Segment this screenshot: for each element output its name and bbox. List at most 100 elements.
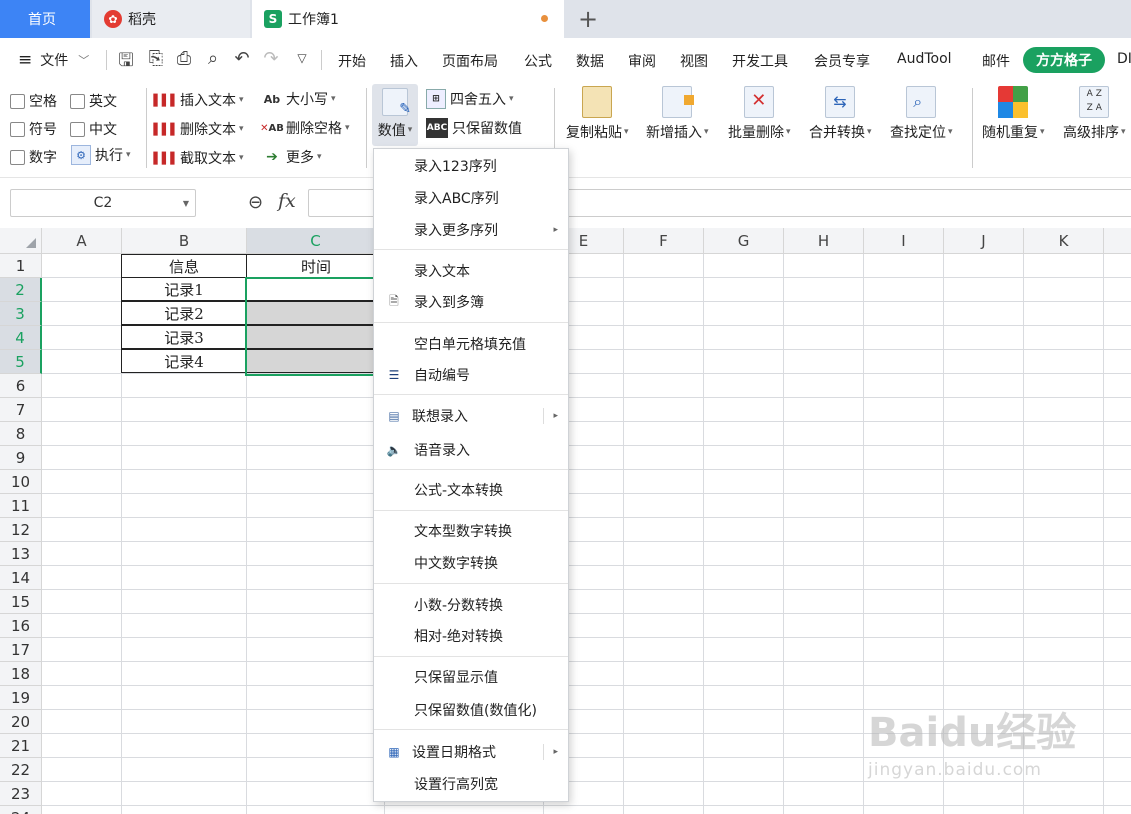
row-header-23[interactable]: 23 bbox=[0, 782, 42, 806]
checkbox-symbol[interactable]: 符号 bbox=[10, 119, 57, 139]
random-repeat-button[interactable]: 随机重复 ▾ bbox=[982, 86, 1045, 142]
row-header-1[interactable]: 1 bbox=[0, 254, 42, 278]
dropdown-item-14[interactable]: 相对-绝对转换 bbox=[374, 621, 568, 651]
row-header-22[interactable]: 22 bbox=[0, 758, 42, 782]
row-header-15[interactable]: 15 bbox=[0, 590, 42, 614]
column-header-c[interactable]: C bbox=[247, 228, 385, 254]
select-all-corner[interactable] bbox=[0, 228, 42, 254]
row-header-2[interactable]: 2 bbox=[0, 278, 42, 302]
dropdown-item-18[interactable]: 设置行高列宽 bbox=[374, 769, 568, 799]
dropdown-item-12[interactable]: 中文数字转换 bbox=[374, 548, 568, 578]
zoom-formula-icon[interactable]: ⊖ bbox=[248, 192, 263, 213]
export-icon[interactable]: ⎘ bbox=[145, 48, 167, 69]
row-header-9[interactable]: 9 bbox=[0, 446, 42, 470]
menu-mail[interactable]: 邮件 bbox=[982, 51, 1010, 71]
dropdown-item-8[interactable]: ▤ 联想录入 ▸ bbox=[374, 401, 568, 431]
menu-developer[interactable]: 开发工具 bbox=[732, 51, 788, 71]
menu-overflow[interactable]: DI bbox=[1117, 51, 1131, 67]
row-header-17[interactable]: 17 bbox=[0, 638, 42, 662]
row-header-20[interactable]: 20 bbox=[0, 710, 42, 734]
checkbox-english[interactable]: 英文 bbox=[70, 91, 117, 111]
row-header-24[interactable]: 24 bbox=[0, 806, 42, 814]
cell-b3[interactable]: 记录2 bbox=[121, 301, 247, 325]
keep-value-button[interactable]: ABC 只保留数值 bbox=[426, 118, 522, 138]
column-header-a[interactable]: A bbox=[42, 228, 122, 254]
print-preview-icon[interactable]: ⌕ bbox=[202, 48, 224, 69]
row-header-8[interactable]: 8 bbox=[0, 422, 42, 446]
fx-icon[interactable]: fx bbox=[278, 190, 296, 212]
dropdown-item-4[interactable]: 录入文本 bbox=[374, 256, 568, 286]
dropdown-item-17[interactable]: ▦ 设置日期格式 ▸ bbox=[374, 737, 568, 767]
column-header-j[interactable]: J bbox=[944, 228, 1024, 254]
customize-quick-access-icon[interactable]: ▽ bbox=[291, 51, 313, 65]
extract-text-button[interactable]: ▌▌▌ 截取文本 ▾ bbox=[153, 148, 243, 168]
remove-space-button[interactable]: ✕ AB 删除空格 ▾ bbox=[260, 118, 349, 138]
cell-c1[interactable]: 时间 bbox=[246, 254, 386, 278]
menu-data[interactable]: 数据 bbox=[576, 51, 604, 71]
column-header-g[interactable]: G bbox=[704, 228, 784, 254]
dropdown-item-7[interactable]: ☰ 自动编号 bbox=[374, 360, 568, 390]
redo-icon[interactable]: ↷ bbox=[260, 48, 282, 69]
row-header-14[interactable]: 14 bbox=[0, 566, 42, 590]
tab-daoke[interactable]: ✿ 稻壳 bbox=[92, 0, 250, 38]
dropdown-item-6[interactable]: 空白单元格填充值 bbox=[374, 329, 568, 359]
cell-b4[interactable]: 记录3 bbox=[121, 325, 247, 349]
row-header-13[interactable]: 13 bbox=[0, 542, 42, 566]
tab-workbook[interactable]: S 工作簿1 bbox=[252, 0, 564, 38]
dropdown-item-2[interactable]: 录入ABC序列 bbox=[374, 183, 568, 213]
column-header-k[interactable]: K bbox=[1024, 228, 1104, 254]
menu-start[interactable]: 开始 bbox=[338, 51, 366, 71]
checkbox-chinese[interactable]: 中文 bbox=[70, 119, 117, 139]
column-header-b[interactable]: B bbox=[122, 228, 247, 254]
more-button[interactable]: ➔ 更多 ▾ bbox=[262, 147, 321, 167]
column-header-h[interactable]: H bbox=[784, 228, 864, 254]
cell-b1[interactable]: 信息 bbox=[121, 254, 247, 278]
menu-view[interactable]: 视图 bbox=[680, 51, 708, 71]
row-header-5[interactable]: 5 bbox=[0, 350, 42, 374]
row-header-18[interactable]: 18 bbox=[0, 662, 42, 686]
dropdown-item-11[interactable]: 文本型数字转换 bbox=[374, 516, 568, 546]
checkbox-space[interactable]: 空格 bbox=[10, 91, 57, 111]
delete-text-button[interactable]: ▌▌▌ 删除文本 ▾ bbox=[153, 119, 243, 139]
new-tab-button[interactable]: + bbox=[574, 4, 602, 34]
menu-fangfang[interactable]: 方方格子 bbox=[1023, 47, 1105, 73]
case-button[interactable]: Ab 大小写 ▾ bbox=[262, 89, 336, 109]
column-header-l[interactable]: L bbox=[1104, 228, 1131, 254]
row-header-4[interactable]: 4 bbox=[0, 326, 42, 350]
row-header-6[interactable]: 6 bbox=[0, 374, 42, 398]
undo-icon[interactable]: ↶ bbox=[231, 48, 253, 69]
menu-audtool[interactable]: AudTool bbox=[897, 51, 952, 67]
row-header-21[interactable]: 21 bbox=[0, 734, 42, 758]
batch-delete-button[interactable]: ✕ 批量删除 ▾ bbox=[728, 86, 791, 142]
menu-review[interactable]: 审阅 bbox=[628, 51, 656, 71]
print-icon[interactable]: ⎙ bbox=[173, 48, 195, 69]
advanced-sort-button[interactable]: A ZZ A 高级排序 ▾ bbox=[1063, 86, 1126, 142]
row-header-16[interactable]: 16 bbox=[0, 614, 42, 638]
file-menu-button[interactable]: ≡ 文件 ﹀ bbox=[18, 50, 89, 70]
checkbox-number[interactable]: 数字 bbox=[10, 147, 57, 167]
value-button[interactable]: ✎ 数值 ▾ bbox=[372, 84, 418, 146]
cell-b5[interactable]: 记录4 bbox=[121, 349, 247, 373]
menu-formula[interactable]: 公式 bbox=[524, 51, 552, 71]
copy-paste-button[interactable]: 复制粘贴 ▾ bbox=[566, 86, 629, 142]
dropdown-item-15[interactable]: 只保留显示值 bbox=[374, 662, 568, 692]
dropdown-item-1[interactable]: 录入123序列 bbox=[374, 151, 568, 181]
tab-home[interactable]: 首页 bbox=[0, 0, 90, 38]
row-header-12[interactable]: 12 bbox=[0, 518, 42, 542]
dropdown-item-3[interactable]: 录入更多序列 ▸ bbox=[374, 215, 568, 245]
name-box[interactable]: C2 ▼ bbox=[10, 189, 196, 217]
column-header-f[interactable]: F bbox=[624, 228, 704, 254]
cell-b2[interactable]: 记录1 bbox=[121, 277, 247, 301]
find-locate-button[interactable]: ⌕ 查找定位 ▾ bbox=[890, 86, 953, 142]
insert-text-button[interactable]: ▌▌▌ 插入文本 ▾ bbox=[153, 90, 243, 110]
menu-insert[interactable]: 插入 bbox=[390, 51, 418, 71]
dropdown-item-10[interactable]: 公式-文本转换 bbox=[374, 475, 568, 505]
save-icon[interactable]: 🖫 bbox=[115, 48, 137, 78]
dropdown-item-5[interactable]: 🗎 录入到多簿 bbox=[374, 287, 568, 317]
row-header-10[interactable]: 10 bbox=[0, 470, 42, 494]
dropdown-item-13[interactable]: 小数-分数转换 bbox=[374, 590, 568, 620]
row-header-3[interactable]: 3 bbox=[0, 302, 42, 326]
round-button[interactable]: ⊞ 四舍五入 ▾ bbox=[426, 89, 514, 109]
dropdown-item-16[interactable]: 只保留数值(数值化) bbox=[374, 695, 568, 725]
row-header-7[interactable]: 7 bbox=[0, 398, 42, 422]
